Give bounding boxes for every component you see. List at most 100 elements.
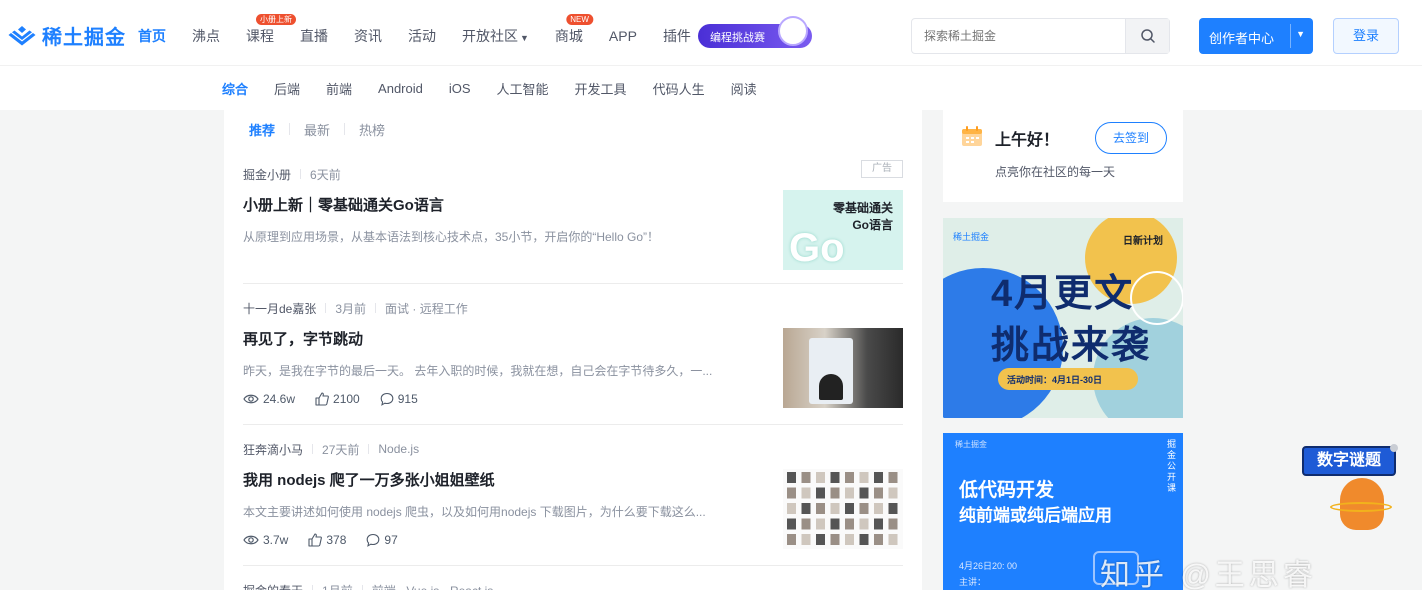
article-meta: 十一月de嘉张 3月前 面试 · 远程工作 <box>243 300 468 316</box>
category-item[interactable]: 综合 <box>222 79 248 98</box>
category-item[interactable]: 代码人生 <box>653 79 705 98</box>
article-tags[interactable]: 前端 · Vue.js · React.js <box>372 582 494 590</box>
article-desc[interactable]: 昨天，是我在字节的最后一天。 去年入职的时候，我就在想，自己会在字节待多久，一.… <box>243 362 753 379</box>
nav-item[interactable]: 直播 <box>300 0 328 66</box>
main-nav: 首页 沸点 课程 小册上新 直播 资讯 活动 开放社区 ▼ 商城 NEW APP 插件 <box>138 0 717 66</box>
article-item[interactable]: 狂奔滴小马 27天前 Node.js 我用 nodejs 爬了一万多张小姐姐壁纸… <box>243 441 903 566</box>
top-header: 稀土掘金 首页 沸点 课程 小册上新 直播 资讯 活动 开放社区 ▼ 商城 NEW APP 插件 编程挑… <box>0 0 1422 66</box>
wallpaper-tile <box>845 503 854 514</box>
article-author[interactable]: 掘金的春天 <box>243 582 303 590</box>
category-item[interactable]: 前端 <box>326 79 352 98</box>
article-author[interactable]: 狂奔滴小马 <box>243 441 303 458</box>
article-thumbnail[interactable] <box>783 469 903 549</box>
category-item[interactable]: iOS <box>449 81 471 96</box>
wallpaper-tile <box>859 503 869 514</box>
like-button[interactable]: 2100 <box>315 392 360 406</box>
article-item[interactable]: 十一月de嘉张 3月前 面试 · 远程工作 再见了，字节跳动 昨天，是我在字节的… <box>243 300 903 425</box>
search-icon <box>1140 29 1155 43</box>
article-author[interactable]: 掘金小册 <box>243 166 291 183</box>
checkin-button[interactable]: 去签到 <box>1095 122 1167 154</box>
nav-item[interactable]: 商城 NEW <box>554 0 593 66</box>
banner-corner-label: 日新计划 <box>1123 236 1163 247</box>
article-thumbnail[interactable] <box>783 328 903 408</box>
article-tags[interactable]: Node.js <box>378 442 419 456</box>
wallpaper-tile <box>787 503 796 514</box>
juejin-logo[interactable]: 稀土掘金 <box>8 20 126 50</box>
writing-challenge-banner[interactable]: 稀土掘金 日新计划 4月更文 挑战来袭 活动时间：4月1日-30日 <box>943 218 1183 418</box>
nav-item[interactable]: 资讯 <box>354 0 382 66</box>
wallpaper-tile <box>888 487 898 499</box>
wallpaper-tile <box>859 518 869 530</box>
like-button[interactable]: 378 <box>308 533 346 547</box>
promo-challenge-button[interactable]: 编程挑战赛 <box>698 16 812 48</box>
wallpaper-tile <box>888 534 898 545</box>
article-feed: 推荐 最新 热榜 掘金小册 6天前 广告 小册上新｜零基础通关Go语言 从原理到应用… <box>224 110 922 590</box>
category-bar: 综合 后端 前端 Android iOS 人工智能 开发工具 代码人生 阅读 <box>0 66 1422 110</box>
nav-item[interactable]: 插件 <box>663 0 691 66</box>
wallpaper-tile <box>845 472 854 483</box>
greeting-text: 上午好！ <box>995 132 1060 149</box>
caret-down-icon: ▼ <box>520 33 529 43</box>
nav-item[interactable]: 活动 <box>408 0 436 66</box>
nav-item-label: 沸点 <box>192 28 220 44</box>
category-item[interactable]: Android <box>378 81 423 96</box>
article-tags[interactable]: 面试 · 远程工作 <box>385 300 468 317</box>
feed-tab[interactable]: 推荐 <box>249 120 275 139</box>
digital-puzzle-float-button[interactable]: 数字谜题 <box>1300 444 1398 544</box>
view-count-value: 24.6w <box>263 392 296 406</box>
creator-center-button[interactable]: 创作者中心 ▼ <box>1199 18 1313 54</box>
comment-icon <box>367 533 380 547</box>
category-nav: 综合 后端 前端 Android iOS 人工智能 开发工具 代码人生 阅读 <box>222 66 783 110</box>
close-icon[interactable] <box>1390 444 1398 452</box>
article-item[interactable]: 掘金的春天 1月前 前端 · Vue.js · React.js <box>243 582 903 590</box>
category-item[interactable]: 开发工具 <box>575 79 627 98</box>
comment-button[interactable]: 915 <box>380 392 418 406</box>
banner2-side-label: 掘金公开课 <box>1167 439 1177 493</box>
thumbs-up-icon <box>315 392 329 406</box>
search-button[interactable] <box>1125 19 1169 53</box>
article-time: 27天前 <box>322 442 360 457</box>
puzzle-mascot-ring <box>1330 502 1392 512</box>
nav-item[interactable]: APP <box>609 0 637 66</box>
meta-divider <box>300 169 302 179</box>
nav-item-label: 课程 <box>246 28 274 44</box>
article-time: 6天前 <box>310 167 341 182</box>
article-title[interactable]: 小册上新｜零基础通关Go语言 <box>243 194 444 215</box>
wallpaper-tile <box>830 518 840 530</box>
wallpaper-tile <box>859 487 869 499</box>
search-box <box>911 18 1170 54</box>
wallpaper-tile <box>845 518 854 530</box>
chevron-down-icon[interactable]: ▼ <box>1296 29 1305 39</box>
comment-button[interactable]: 97 <box>366 533 398 547</box>
like-count: 2100 <box>333 392 360 406</box>
nav-item[interactable]: 开放社区 ▼ <box>462 0 529 66</box>
nav-item[interactable]: 首页 <box>138 0 166 66</box>
login-button[interactable]: 登录 <box>1333 18 1399 54</box>
wallpaper-tile <box>787 534 796 545</box>
article-desc[interactable]: 本文主要讲述如何使用 nodejs 爬虫，以及如何用nodejs 下载图片，为什… <box>243 503 753 520</box>
go-logo: Go <box>789 226 845 270</box>
category-item[interactable]: 人工智能 <box>497 79 549 98</box>
article-thumbnail[interactable]: 零基础通关 Go语言 Go <box>783 190 903 270</box>
search-input[interactable] <box>912 19 1128 53</box>
article-item[interactable]: 掘金小册 6天前 广告 小册上新｜零基础通关Go语言 从原理到应用场景，从基本语… <box>243 160 903 284</box>
banner2-speaker: 主讲： <box>959 577 987 587</box>
feed-tab[interactable]: 最新 <box>304 120 330 139</box>
comment-count: 97 <box>384 533 398 547</box>
nav-item-label: 首页 <box>138 28 166 44</box>
eye-icon <box>243 394 259 404</box>
nav-item-label: 商城 <box>554 28 583 44</box>
article-desc[interactable]: 从原理到应用场景，从基本语法到核心技术点，35小节，开启你的“Hello Go”… <box>243 228 753 245</box>
article-title[interactable]: 再见了，字节跳动 <box>243 328 363 349</box>
article-author[interactable]: 十一月de嘉张 <box>243 300 316 317</box>
category-item[interactable]: 后端 <box>274 79 300 98</box>
wallpaper-tile <box>801 518 811 530</box>
category-item[interactable]: 阅读 <box>731 79 757 98</box>
calendar-icon <box>962 126 982 146</box>
nav-item[interactable]: 课程 小册上新 <box>246 0 296 66</box>
feed-tab[interactable]: 热榜 <box>359 120 385 139</box>
watermark-text: 知乎 @王思睿 <box>1100 559 1317 590</box>
nav-item-label: APP <box>608 28 637 44</box>
article-title[interactable]: 我用 nodejs 爬了一万多张小姐姐壁纸 <box>243 469 495 490</box>
nav-item[interactable]: 沸点 <box>192 0 220 66</box>
